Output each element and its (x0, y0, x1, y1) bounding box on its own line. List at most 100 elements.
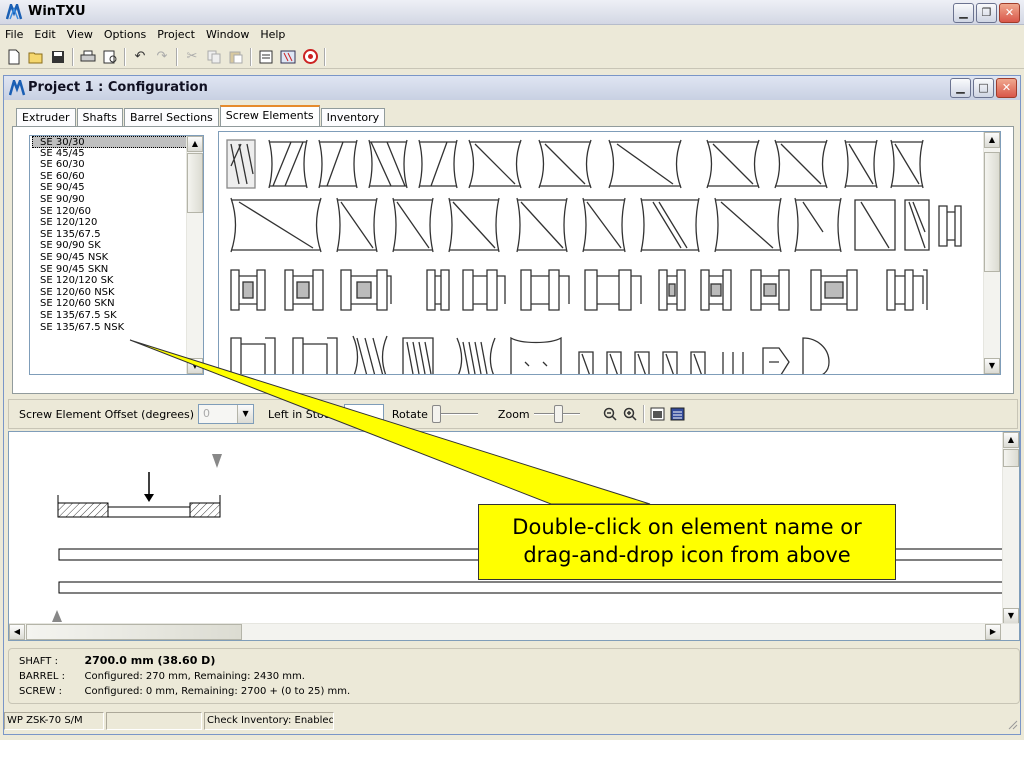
status-blank (106, 712, 202, 730)
position-marker-top (212, 454, 222, 468)
project-minimize-button[interactable]: ▁ (950, 78, 971, 98)
list-item[interactable]: SE 120/60 (30, 206, 203, 218)
shaft-drawing (52, 454, 1010, 622)
tab-inventory[interactable]: Inventory (320, 108, 386, 127)
list-item[interactable]: SE 120/60 NSK (30, 287, 203, 299)
list-item[interactable]: SE 135/67.5 NSK (30, 322, 203, 334)
icon-scroll-down-icon[interactable]: ▼ (984, 358, 1000, 374)
icon-scroll-thumb[interactable] (984, 152, 1000, 272)
project-maximize-button[interactable]: □ (973, 78, 994, 98)
element-icons-row-4[interactable] (225, 328, 975, 375)
save-icon[interactable] (47, 47, 69, 67)
rotate-slider-thumb[interactable] (431, 405, 441, 423)
insert-arrow-icon (144, 494, 154, 502)
stock-field[interactable] (343, 404, 384, 424)
copy-icon[interactable] (203, 47, 225, 67)
drawing-vscrollbar[interactable]: ▲ ▼ (1002, 432, 1019, 624)
drawing-hscrollbar[interactable]: ◀ ▶ (9, 623, 1019, 640)
drawing-hscroll-thumb[interactable] (26, 624, 242, 640)
rotate-slider[interactable] (431, 404, 478, 424)
tab-shafts[interactable]: Shafts (76, 108, 123, 127)
element-icons-row-3[interactable] (225, 262, 975, 322)
scroll-thumb[interactable] (187, 153, 203, 213)
zoom-label: Zoom (497, 407, 530, 421)
chevron-down-icon[interactable]: ▼ (237, 405, 254, 423)
zoom-out-icon[interactable] (600, 404, 620, 424)
position-marker-bottom (52, 610, 62, 622)
paste-icon[interactable] (225, 47, 247, 67)
help-icon[interactable] (299, 47, 321, 67)
screw-elements-panel: SE 30/30 SE 45/45 SE 60/30 SE 60/60 SE 90/45… (12, 126, 1014, 394)
zoom-slider-thumb[interactable] (553, 405, 563, 423)
main-toolbar: ↶ ↷ ✂ (0, 45, 1024, 69)
list-item[interactable]: SE 60/30 (30, 159, 203, 171)
barrel-section-drawing (57, 495, 221, 518)
menu-options[interactable]: Options (99, 25, 152, 45)
project-close-button[interactable]: ✕ (996, 78, 1017, 98)
offset-label: Screw Element Offset (degrees) (19, 407, 195, 421)
new-file-icon[interactable] (3, 47, 25, 67)
status-inventory: Check Inventory: Enabled (204, 712, 334, 730)
app-titlebar[interactable]: WinTXU ▁ ❐ ✕ (0, 0, 1024, 25)
list-item[interactable]: SE 60/60 (30, 171, 203, 183)
zoom-in-icon[interactable] (620, 404, 640, 424)
print-icon[interactable] (77, 47, 99, 67)
tab-extruder[interactable]: Extruder (16, 108, 76, 127)
list-item[interactable]: SE 30/30 (32, 136, 200, 148)
list-item[interactable]: SE 90/45 (30, 182, 203, 194)
minimize-button[interactable]: ▁ (953, 3, 974, 23)
view-image-icon[interactable] (648, 404, 668, 424)
menu-project[interactable]: Project (152, 25, 201, 45)
project-titlebar[interactable]: Project 1 : Configuration ▁ □ ✕ (4, 76, 1020, 100)
properties-icon[interactable] (255, 47, 277, 67)
toolbar-separator (176, 47, 178, 66)
icon-grid-scrollbar[interactable]: ▲ ▼ (983, 132, 1000, 374)
list-item[interactable]: SE 90/90 (30, 194, 203, 206)
redo-icon[interactable]: ↷ (151, 47, 173, 67)
toolbar-separator (124, 47, 126, 66)
offset-select[interactable]: 0 ▼ (198, 404, 255, 424)
shaft-line-1 (58, 548, 1010, 561)
menu-help[interactable]: Help (255, 25, 291, 45)
list-item[interactable]: SE 120/120 SK (30, 275, 203, 287)
zoom-slider[interactable] (533, 404, 580, 424)
scroll-down-icon[interactable]: ▼ (187, 358, 203, 374)
list-item[interactable]: SE 90/90 SK (30, 240, 203, 252)
view-grid-icon[interactable] (668, 404, 688, 424)
menu-window[interactable]: Window (201, 25, 255, 45)
element-list[interactable]: SE 30/30 SE 45/45 SE 60/30 SE 60/60 SE 90/45… (29, 135, 204, 375)
restore-button[interactable]: ❐ (976, 3, 997, 23)
list-scrollbar[interactable]: ▲ ▼ (186, 136, 203, 374)
screw-configuration-drawing[interactable]: ▲ ▼ ◀ ▶ (8, 431, 1020, 641)
print-preview-icon[interactable] (99, 47, 121, 67)
menu-view[interactable]: View (62, 25, 99, 45)
element-icons-row-2[interactable] (225, 194, 975, 254)
close-button[interactable]: ✕ (999, 3, 1020, 23)
cut-icon[interactable]: ✂ (181, 47, 203, 67)
list-item[interactable]: SE 135/67.5 SK (30, 310, 203, 322)
stock-label: Left in Stock: (268, 407, 340, 421)
list-item[interactable]: SE 90/45 NSK (30, 252, 203, 264)
list-item[interactable]: SE 45/45 (30, 148, 203, 160)
element-icon-grid[interactable]: ▲ ▼ (218, 131, 1001, 375)
tab-screw-elements[interactable]: Screw Elements (219, 105, 320, 127)
drawing-scroll-up-icon[interactable]: ▲ (1003, 432, 1019, 448)
undo-icon[interactable]: ↶ (129, 47, 151, 67)
resize-grip-icon[interactable] (1006, 718, 1018, 730)
screw-wizard-icon[interactable] (277, 47, 299, 67)
open-folder-icon[interactable] (25, 47, 47, 67)
tab-barrel-sections[interactable]: Barrel Sections (123, 108, 219, 127)
element-icons-row-1[interactable] (225, 136, 975, 196)
list-item[interactable]: SE 120/120 (30, 217, 203, 229)
drawing-scroll-down-icon[interactable]: ▼ (1003, 608, 1019, 624)
list-item[interactable]: SE 135/67.5 (30, 229, 203, 241)
drawing-scroll-left-icon[interactable]: ◀ (9, 624, 25, 640)
drawing-scroll-right-icon[interactable]: ▶ (985, 624, 1001, 640)
list-item[interactable]: SE 120/60 SKN (30, 298, 203, 310)
list-item[interactable]: SE 90/45 SKN (30, 264, 203, 276)
scroll-up-icon[interactable]: ▲ (187, 136, 203, 152)
drawing-vscroll-thumb[interactable] (1003, 449, 1019, 467)
menu-edit[interactable]: Edit (29, 25, 61, 45)
menu-file[interactable]: File (0, 25, 29, 45)
icon-scroll-up-icon[interactable]: ▲ (984, 132, 1000, 148)
